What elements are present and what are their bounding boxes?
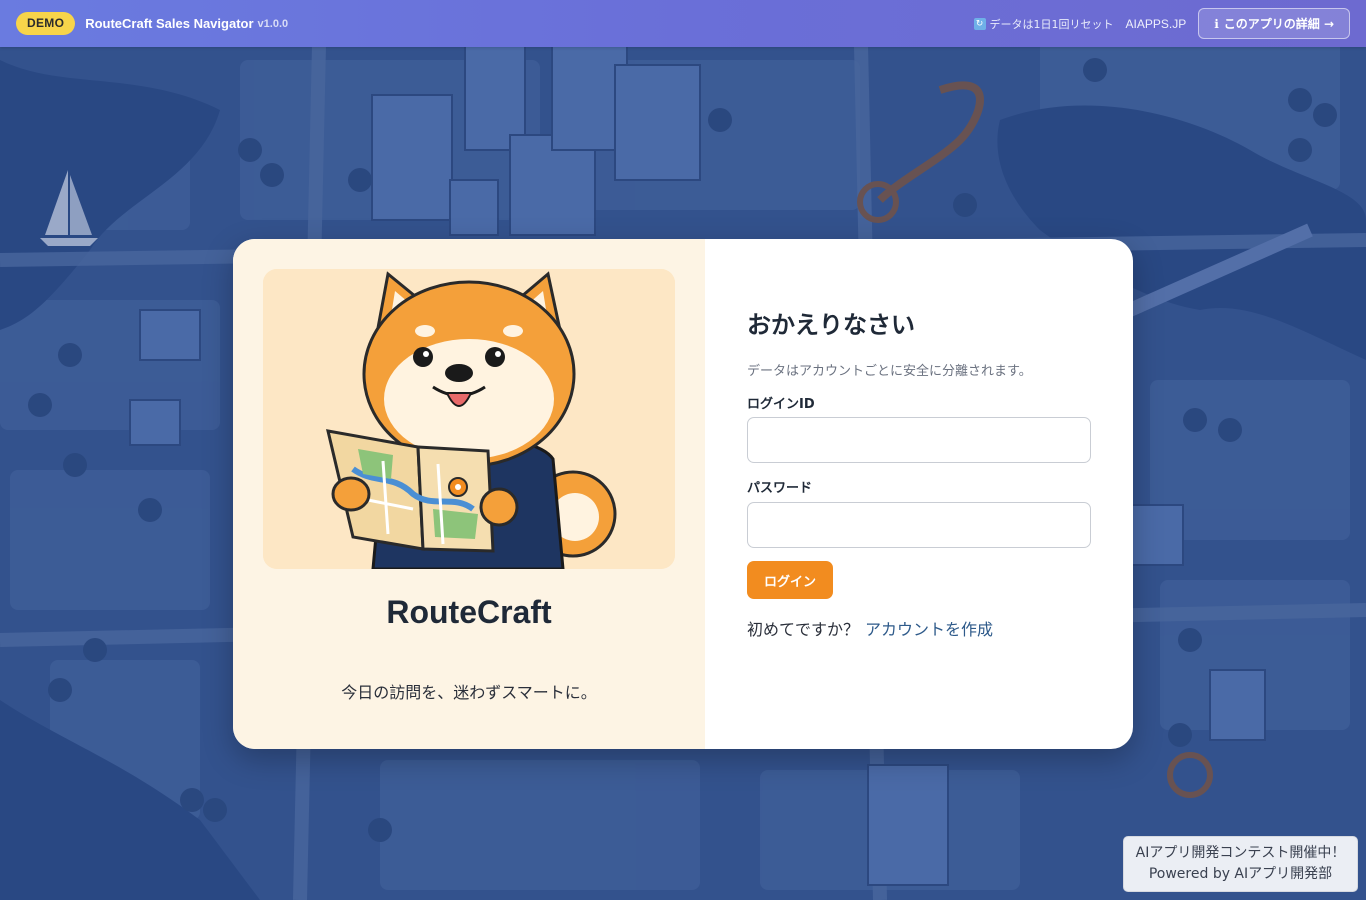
login-id-label: ログインID (747, 397, 815, 412)
demo-badge: DEMO (16, 12, 76, 35)
site-link[interactable]: AIAPPS.JP (1126, 17, 1187, 31)
refresh-icon: ↻ (973, 17, 986, 30)
about-app-button[interactable]: ℹ このアプリの詳細 → (1198, 8, 1350, 39)
login-form: おかえりなさい データはアカウントごとに安全に分離されます。 ログインID パス… (705, 239, 1133, 749)
reset-note: ↻ データは1日1回リセット (973, 16, 1114, 32)
password-label: パスワード (747, 481, 813, 496)
top-bar-right: ↻ データは1日1回リセット AIAPPS.JP ℹ このアプリの詳細 → (973, 8, 1350, 39)
about-app-label: このアプリの詳細 → (1223, 17, 1334, 31)
app-version: v1.0.0 (257, 17, 289, 30)
signup-prompt: 初めてですか？ (747, 620, 860, 639)
welcome-heading: おかえりなさい (747, 311, 915, 339)
brand-panel: RouteCraft 今日の訪問を、迷わずスマートに。 (233, 239, 705, 749)
contest-badge[interactable]: AIアプリ開発コンテスト開催中！ Powered by AIアプリ開発部 (1123, 836, 1358, 892)
contest-line-2: Powered by AIアプリ開発部 (1148, 866, 1333, 882)
mascot-illustration (263, 269, 675, 569)
contest-line-1: AIアプリ開発コンテスト開催中！ (1135, 845, 1346, 861)
app-title: RouteCraft Sales Navigator (85, 16, 254, 31)
password-input[interactable] (747, 502, 1091, 548)
login-card: RouteCraft 今日の訪問を、迷わずスマートに。 おかえりなさい データは… (233, 239, 1133, 749)
shiba-mascot-icon (263, 269, 675, 569)
login-button[interactable]: ログイン (747, 561, 834, 599)
signup-row: 初めてですか？ アカウントを作成 (747, 616, 993, 640)
info-icon: ℹ (1214, 16, 1219, 31)
brand-title: RouteCraft (386, 594, 552, 630)
welcome-subtext: データはアカウントごとに安全に分離されます。 (747, 364, 1032, 379)
create-account-link[interactable]: アカウントを作成 (865, 620, 993, 639)
reset-note-text: データは1日1回リセット (989, 17, 1114, 31)
login-id-input[interactable] (747, 417, 1091, 463)
brand-tagline: 今日の訪問を、迷わずスマートに。 (341, 683, 597, 702)
top-bar: DEMO RouteCraft Sales Navigator v1.0.0 ↻… (0, 0, 1366, 47)
